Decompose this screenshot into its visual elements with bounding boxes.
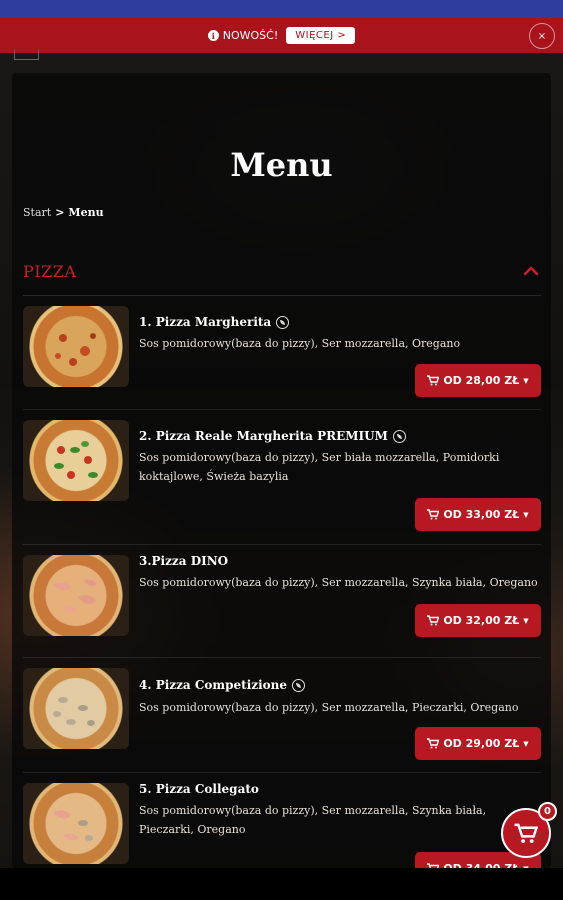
breadcrumb: Start > Menu [23,206,104,219]
menu-item[interactable]: 2. Pizza Reale Margherita PREMIUM Sos po… [23,410,541,545]
promo-bar: i NOWOŚĆ! WIĘCEJ > × [0,18,563,53]
menu-item[interactable]: 1. Pizza Margherita Sos pomidorowy(baza … [23,296,541,410]
price-button[interactable]: OD 29,00 ZŁ ▼ [415,727,541,760]
vegetarian-leaf-icon [291,678,305,692]
pizza-image-toppings [54,441,98,479]
item-description: Sos pomidorowy(baza do pizzy), Ser mozza… [139,804,487,836]
system-navigation-bar [0,868,563,900]
hamburger-menu-icon[interactable] [14,50,39,60]
menu-item[interactable]: 4. Pizza Competizione Sos pomidorowy(baz… [23,658,541,773]
floating-cart-button[interactable]: 0 [501,802,557,858]
item-name-row: 5. Pizza Collegato [139,782,259,796]
price-label: OD 32,00 ZŁ [443,614,520,627]
item-description: Sos pomidorowy(baza do pizzy), Ser biała… [139,451,500,483]
pizza-image-toppings [53,579,97,613]
item-name-row: 2. Pizza Reale Margherita PREMIUM [139,429,406,443]
cart-icon [427,615,440,626]
price-button[interactable]: OD 33,00 ZŁ ▼ [415,498,541,531]
breadcrumb-separator: > [55,206,65,219]
vegetarian-leaf-icon [392,429,406,443]
item-description: Sos pomidorowy(baza do pizzy), Ser mozza… [139,576,538,589]
cart-icon [514,823,538,843]
breadcrumb-start-link[interactable]: Start [23,206,51,219]
price-button[interactable]: OD 28,00 ZŁ ▼ [415,364,541,397]
item-name: 1. Pizza Margherita [139,315,272,329]
pizza-image-toppings [53,697,95,726]
caret-down-icon: ▼ [523,510,529,519]
item-description: Sos pomidorowy(baza do pizzy), Ser mozza… [139,337,461,350]
price-button[interactable]: OD 32,00 ZŁ ▼ [415,604,541,637]
more-button[interactable]: WIĘCEJ > [286,27,356,44]
item-name: 4. Pizza Competizione [139,678,287,692]
cart-icon [427,738,440,749]
pizza-image-toppings [53,810,93,841]
chevron-up-icon[interactable] [523,266,539,276]
vegetarian-leaf-icon [276,315,290,329]
price-label: OD 33,00 ZŁ [443,508,520,521]
menu-item[interactable]: 3.Pizza DINO Sos pomidorowy(baza do pizz… [23,545,541,658]
item-name-row: 4. Pizza Competizione [139,678,305,692]
item-name-row: 3.Pizza DINO [139,554,228,568]
cart-icon [427,509,440,520]
pizza-image [23,668,129,749]
pizza-image [23,306,129,387]
item-name: 5. Pizza Collegato [139,782,259,796]
menu-item[interactable]: 5. Pizza Collegato Sos pomidorowy(baza d… [23,773,541,885]
caret-down-icon: ▼ [523,616,529,625]
promo-label: NOWOŚĆ! [222,29,279,42]
close-promo-button[interactable]: × [529,23,555,49]
top-status-strip [0,0,563,18]
category-title: PIZZA [23,262,77,281]
caret-down-icon: ▼ [523,376,529,385]
pizza-image-toppings [55,333,96,366]
cart-count-badge: 0 [538,802,557,821]
info-icon: i [207,30,219,41]
item-name: 3.Pizza DINO [139,554,229,568]
item-description: Sos pomidorowy(baza do pizzy), Ser mozza… [139,701,519,714]
pizza-image [23,555,129,636]
caret-down-icon: ▼ [523,739,529,748]
item-name: 2. Pizza Reale Margherita PREMIUM [139,429,388,443]
breadcrumb-current: Menu [68,206,104,219]
pizza-image [23,420,129,501]
cart-icon [427,375,440,386]
price-label: OD 28,00 ZŁ [443,374,520,387]
price-label: OD 29,00 ZŁ [443,737,520,750]
promo-info: i NOWOŚĆ! [207,29,279,42]
page-title: Menu [230,146,333,184]
pizza-image [23,783,129,864]
item-name-row: 1. Pizza Margherita [139,315,290,329]
category-header-pizza[interactable]: PIZZA [23,262,541,296]
